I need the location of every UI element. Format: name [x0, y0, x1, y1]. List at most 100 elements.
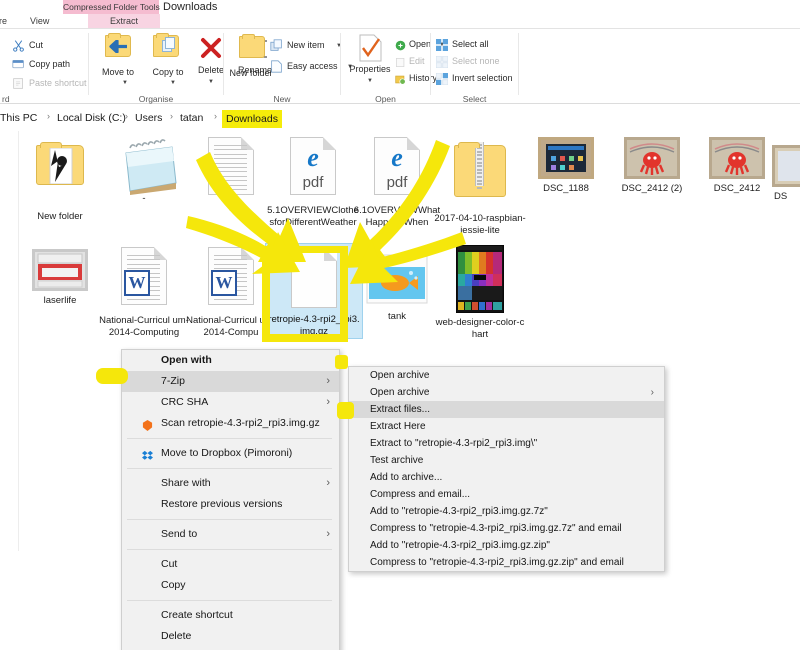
list-item[interactable]: - [96, 139, 192, 205]
zip-folder-icon [432, 145, 528, 209]
easy-access-label[interactable]: Easy access [287, 60, 338, 72]
submenu-item-open-archive[interactable]: Open archive [349, 367, 664, 384]
tab-extract[interactable]: Extract [88, 14, 160, 28]
chevron-right-icon: › [326, 524, 330, 545]
submenu-item-compress-to-7z-email[interactable]: Compress to "retropie-4.3-rpi2_rpi3.img.… [349, 520, 664, 537]
list-item-label: 5.1OVERVIEWClothesforDifferentWeather [265, 205, 361, 229]
7zip-submenu[interactable]: Open archive Open archive › Extract file… [348, 366, 665, 572]
new-item-label[interactable]: New item [287, 39, 325, 51]
submenu-item-compress-and-email[interactable]: Compress and email... [349, 486, 664, 503]
submenu-item-add-to-archive[interactable]: Add to archive... [349, 469, 664, 486]
ribbon-group-label-clipboard: rd [2, 94, 90, 104]
list-item[interactable]: e pdf 6.1OVERVIEWWhatHappensWhen [349, 137, 445, 229]
select-none-label: Select none [452, 55, 500, 67]
list-item-label: 6.1OVERVIEWWhatHappensWhen [349, 205, 445, 229]
tab-view[interactable]: View [30, 14, 49, 28]
copy-to-label: Copy to [145, 67, 191, 78]
ribbon-group-label-select: Select [431, 94, 518, 104]
submenu-item-extract-here[interactable]: Extract Here [349, 418, 664, 435]
list-item[interactable]: DSC_2412 [689, 137, 785, 195]
list-item[interactable]: e pdf 5.1OVERVIEWClothesforDifferentWeat… [265, 137, 361, 229]
properties-icon [359, 34, 382, 65]
list-item-label: National-Curricul um-2014-Computing [96, 315, 192, 339]
photo-thumbnail [538, 137, 594, 179]
breadcrumb-item-tatan[interactable]: tatan [180, 110, 203, 126]
submenu-item-add-to-7z[interactable]: Add to "retropie-4.3-rpi2_rpi3.img.gz.7z… [349, 503, 664, 520]
submenu-item-test-archive[interactable]: Test archive [349, 452, 664, 469]
list-item[interactable]: DS [772, 137, 800, 203]
list-item[interactable]: laserlife [12, 249, 108, 307]
group-divider-5 [518, 33, 519, 95]
move-to-label: Move to [95, 67, 141, 78]
submenu-item-extract-to[interactable]: Extract to "retropie-4.3-rpi2_rpi3.img\" [349, 435, 664, 452]
menu-item-7-zip-label: 7-Zip [161, 375, 185, 387]
history-icon [395, 72, 408, 85]
ribbon-group-label-open: Open [341, 94, 430, 104]
menu-item-create-shortcut[interactable]: Create shortcut [122, 605, 339, 626]
list-item[interactable]: New folder [12, 139, 108, 223]
list-item-label: 2017-04-10-raspbian-jessie-lite [432, 213, 528, 237]
word-document-icon: W [183, 247, 279, 311]
open-label[interactable]: Open [409, 38, 431, 50]
ribbon-group-open: Properties ▼ Open ▼ Edit History Open [341, 29, 430, 105]
ribbon-group-label-organise: Organise [89, 94, 223, 104]
list-item-selected[interactable]: retropie-4.3-rpi2_rpi3.img.gz [266, 244, 362, 338]
menu-item-restore-previous-versions[interactable]: Restore previous versions [122, 494, 339, 515]
menu-item-send-to[interactable]: Send to › [122, 524, 339, 545]
photo-thumbnail [624, 137, 680, 179]
ribbon-group-organise: Move to ▼ Copy to ▼ Delete ▼ [89, 29, 223, 105]
list-item[interactable]: W National-Curricul um-2014-Computing [96, 247, 192, 339]
menu-item-7-zip[interactable]: 7-Zip › [122, 371, 339, 392]
select-all-label[interactable]: Select all [452, 38, 489, 50]
menu-item-share-with[interactable]: Share with › [122, 473, 339, 494]
menu-item-copy[interactable]: Copy [122, 575, 339, 596]
menu-item-cut[interactable]: Cut [122, 554, 339, 575]
selection-checkbox[interactable] [269, 246, 281, 258]
copy-path-label[interactable]: Copy path [29, 58, 70, 70]
breadcrumb-item-users[interactable]: Users [135, 110, 162, 126]
context-menu[interactable]: Open with 7-Zip › CRC SHA › Scan retropi… [121, 349, 340, 650]
list-item-label: tank [349, 311, 445, 323]
menu-divider [127, 438, 332, 439]
edit-label: Edit [409, 55, 425, 67]
list-item[interactable]: web-designer-color-chart [432, 243, 528, 341]
menu-item-move-to-dropbox[interactable]: Move to Dropbox (Pimoroni) [122, 443, 339, 464]
submenu-item-compress-to-zip-email[interactable]: Compress to "retropie-4.3-rpi2_rpi3.img.… [349, 554, 664, 571]
submenu-item-extract-files[interactable]: Extract files... [349, 401, 664, 418]
properties-label: Properties [344, 64, 396, 75]
list-item-label: web-designer-color-chart [432, 317, 528, 341]
list-item-label: DS [772, 191, 800, 203]
ribbon-tabstrip: Compressed Folder Tools Downloads are Vi… [0, 0, 800, 28]
list-item-label: DSC_2412 [689, 183, 785, 195]
list-item[interactable]: tank [349, 249, 445, 323]
breadcrumb-separator-4: › [214, 111, 217, 121]
breadcrumb-item-local-disk[interactable]: Local Disk (C:) [57, 110, 126, 126]
menu-item-send-to-label: Send to [161, 528, 197, 540]
breadcrumb-item-downloads[interactable]: Downloads [222, 110, 282, 128]
breadcrumb-item-this-pc[interactable]: This PC [0, 110, 37, 126]
list-item[interactable]: DSC_1188 [518, 137, 614, 195]
invert-selection-label[interactable]: Invert selection [452, 72, 513, 84]
ribbon-group-label-new: New [224, 94, 340, 104]
delete-icon [200, 37, 222, 62]
menu-item-crc-sha-label: CRC SHA [161, 396, 208, 408]
submenu-item-open-archive-more[interactable]: Open archive › [349, 384, 664, 401]
list-item[interactable]: DSC_2412 (2) [604, 137, 700, 195]
tab-share-clipped[interactable]: are [0, 14, 7, 28]
menu-item-delete[interactable]: Delete [122, 626, 339, 647]
pdf-file-icon: e pdf [265, 137, 361, 201]
menu-item-scan-file[interactable]: Scan retropie-4.3-rpi2_rpi3.img.gz [122, 413, 339, 434]
menu-item-crc-sha[interactable]: CRC SHA › [122, 392, 339, 413]
word-document-icon: W [96, 247, 192, 311]
list-item[interactable]: 2017-04-10-raspbian-jessie-lite [432, 137, 528, 237]
submenu-item-add-to-zip[interactable]: Add to "retropie-4.3-rpi2_rpi3.img.gz.zi… [349, 537, 664, 554]
menu-divider [127, 468, 332, 469]
menu-item-open-with[interactable]: Open with [122, 350, 339, 371]
ribbon-group-new: New folder New item ▼ Easy access ▼ New [224, 29, 340, 105]
easy-access-icon [270, 60, 283, 73]
chevron-right-icon: › [326, 392, 330, 413]
list-item[interactable]: W National-Curricul um-2014-Compu [183, 247, 279, 339]
cut-label[interactable]: Cut [29, 39, 43, 51]
photo-thumbnail [32, 249, 88, 291]
breadcrumb-separator-1: › [47, 111, 50, 121]
